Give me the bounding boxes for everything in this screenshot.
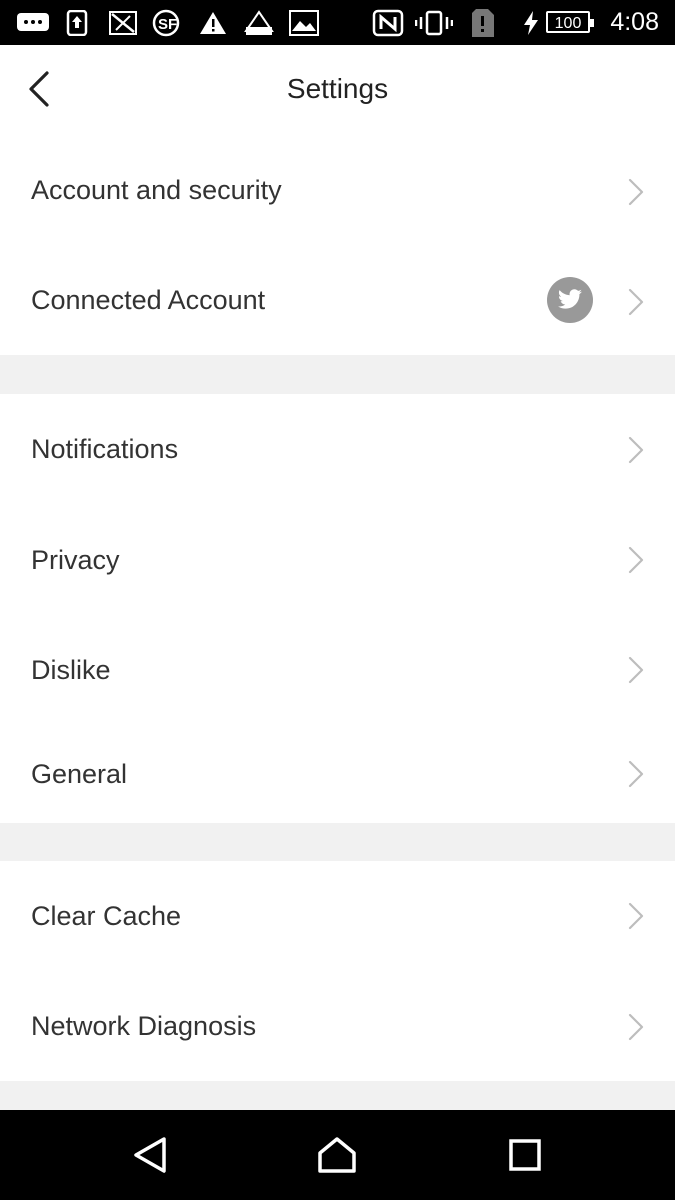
chevron-right-icon: [625, 655, 647, 685]
sf-icon: SF: [152, 9, 184, 37]
home-icon: [317, 1136, 357, 1179]
settings-item-label: Connected Account: [31, 285, 266, 315]
twitter-icon: [547, 277, 593, 323]
header: Settings: [0, 45, 675, 137]
chevron-right-icon: [625, 1012, 647, 1042]
chevron-right-icon: [625, 901, 647, 931]
section-divider: [0, 1081, 675, 1110]
nav-back-button[interactable]: [128, 1135, 172, 1179]
status-time: 4:08: [610, 8, 659, 36]
nav-recents-button[interactable]: [503, 1135, 547, 1179]
settings-item-label: Dislike: [31, 655, 111, 685]
sim-icon: [470, 9, 496, 37]
navigation-bar: [0, 1110, 675, 1200]
settings-item-connected-account[interactable]: Connected Account: [0, 247, 675, 355]
section-divider: [0, 355, 675, 394]
image-icon: [288, 10, 320, 36]
back-icon: [132, 1136, 168, 1179]
recents-icon: [508, 1138, 542, 1177]
nav-home-button[interactable]: [315, 1135, 359, 1179]
message-icon: [16, 10, 50, 36]
settings-item-label: General: [31, 759, 128, 789]
settings-item-dislike[interactable]: Dislike: [0, 615, 675, 723]
warning-icon: [198, 10, 228, 36]
settings-item-privacy[interactable]: Privacy: [0, 505, 675, 615]
upload-icon: [66, 10, 88, 36]
chevron-right-icon: [625, 177, 647, 207]
section-divider: [0, 823, 675, 861]
settings-item-account-security[interactable]: Account and security: [0, 137, 675, 247]
settings-item-general[interactable]: General: [0, 723, 675, 823]
svg-text:SF: SF: [158, 16, 177, 33]
status-bar: SF 100 4:08: [0, 0, 675, 45]
battery-indicator: 100: [546, 11, 594, 33]
nfc-icon: [372, 9, 404, 37]
charging-icon: [522, 10, 540, 36]
chevron-right-icon: [625, 435, 647, 465]
vibrate-icon: [415, 10, 453, 36]
photo-icon: [243, 10, 275, 36]
chevron-right-icon: [625, 759, 647, 789]
settings-item-label: Account and security: [31, 175, 282, 205]
no-signal-icon: [108, 10, 138, 36]
settings-item-label: Network Diagnosis: [31, 1011, 257, 1041]
chevron-right-icon: [625, 287, 647, 317]
chevron-right-icon: [625, 545, 647, 575]
settings-item-network-diagnosis[interactable]: Network Diagnosis: [0, 971, 675, 1081]
settings-item-label: Clear Cache: [31, 901, 182, 931]
settings-item-clear-cache[interactable]: Clear Cache: [0, 861, 675, 971]
settings-item-label: Privacy: [31, 545, 120, 575]
settings-item-label: Notifications: [31, 434, 179, 464]
page-title: Settings: [286, 73, 389, 104]
settings-item-notifications[interactable]: Notifications: [0, 394, 675, 505]
